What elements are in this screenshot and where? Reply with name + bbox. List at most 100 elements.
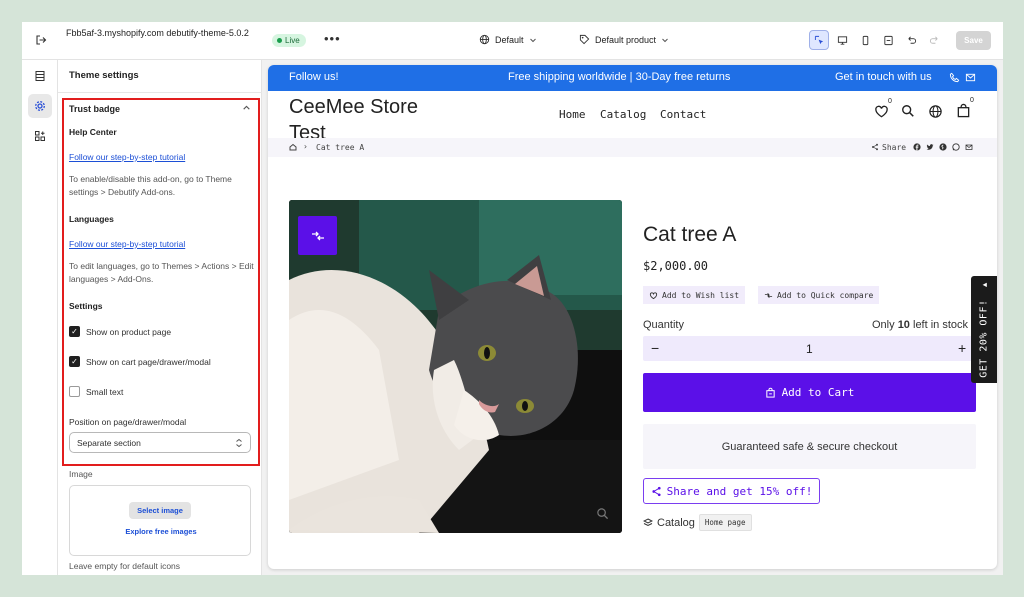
compare-label: Add to Quick compare xyxy=(777,290,874,300)
share-icon xyxy=(872,143,878,151)
checkbox-checked[interactable]: ✓ xyxy=(69,326,80,337)
stock-count: 10 xyxy=(897,319,910,331)
compare-arrows-icon xyxy=(311,231,324,240)
stock-indicator: Only 10 left in stock xyxy=(872,319,968,331)
globe-icon xyxy=(479,34,490,45)
discount-side-tab[interactable]: GET 20% OFF! ▲ xyxy=(971,276,997,383)
fullscreen-icon[interactable] xyxy=(878,30,898,50)
catalog-row: Catalog Home page xyxy=(643,514,752,531)
stock-prefix: Only xyxy=(872,319,895,331)
share-label[interactable]: Share xyxy=(882,143,906,152)
sections-icon[interactable] xyxy=(28,64,52,88)
minus-icon[interactable]: − xyxy=(651,340,659,356)
image-hint: Leave empty for default icons xyxy=(69,561,181,571)
layers-icon xyxy=(643,517,653,526)
checkbox-unchecked[interactable] xyxy=(69,386,80,397)
languages-heading: Languages xyxy=(69,214,114,224)
cat-photo xyxy=(289,200,622,533)
editor-window: Fbb5af-3.myshopify.com debutify-theme-5.… xyxy=(22,22,1003,575)
checkbox-label: Show on cart page/drawer/modal xyxy=(86,356,211,367)
plus-icon[interactable]: + xyxy=(958,340,966,356)
mail-icon[interactable] xyxy=(965,72,976,83)
bag-icon xyxy=(765,387,775,398)
breadcrumb-separator: › xyxy=(303,142,308,151)
share-offer-button[interactable]: Share and get 15% off! xyxy=(643,478,820,504)
product-title: Cat tree A xyxy=(643,223,737,246)
chevron-down-icon xyxy=(662,38,668,42)
template-select-value: Default xyxy=(495,34,524,45)
help-center-link[interactable]: Follow our step-by-step tutorial xyxy=(69,152,185,162)
product-select[interactable]: Default product xyxy=(579,34,669,45)
template-select[interactable]: Default xyxy=(479,34,537,45)
explore-images-link[interactable]: Explore free images xyxy=(70,527,252,536)
checkbox-label: Show on product page xyxy=(86,326,172,337)
add-to-cart-button[interactable]: Add to Cart xyxy=(643,373,976,412)
more-actions-icon[interactable]: ••• xyxy=(324,31,341,46)
secure-checkout-note: Guaranteed safe & secure checkout xyxy=(643,424,976,469)
inspector-toggle-icon[interactable] xyxy=(809,30,829,50)
checkbox-label: Small text xyxy=(86,386,124,397)
section-title[interactable]: Trust badge xyxy=(69,104,120,114)
view-controls xyxy=(809,30,944,50)
compare-icon xyxy=(764,292,773,298)
search-icon[interactable] xyxy=(901,104,915,118)
position-select[interactable]: Separate section xyxy=(69,432,251,453)
quantity-stepper: − 1 + xyxy=(643,336,976,361)
desktop-view-icon[interactable] xyxy=(832,30,852,50)
add-to-cart-label: Add to Cart xyxy=(781,386,855,399)
languages-link[interactable]: Follow our step-by-step tutorial xyxy=(69,239,185,249)
twitter-icon[interactable] xyxy=(926,143,934,151)
product-select-value: Default product xyxy=(595,34,657,45)
product-image[interactable] xyxy=(289,200,622,533)
nav-contact[interactable]: Contact xyxy=(660,108,706,121)
home-icon[interactable] xyxy=(289,143,297,151)
nav-home[interactable]: Home xyxy=(559,108,586,121)
checkbox-row-cart-page[interactable]: ✓ Show on cart page/drawer/modal xyxy=(69,356,211,367)
settings-heading: Settings xyxy=(69,301,103,311)
announcement-bar: Follow us! Free shipping worldwide | 30-… xyxy=(268,65,997,91)
live-badge: Live xyxy=(272,34,306,47)
position-label: Position on page/drawer/modal xyxy=(69,417,187,427)
discount-side-tab-text: GET 20% OFF! ▲ xyxy=(979,282,990,378)
shipping-message: Free shipping worldwide | 30-Day free re… xyxy=(508,71,731,83)
email-icon[interactable] xyxy=(965,143,973,151)
whatsapp-icon[interactable] xyxy=(952,143,960,151)
checkbox-row-product-page[interactable]: ✓ Show on product page xyxy=(69,326,171,337)
collection-tag[interactable]: Home page xyxy=(698,514,752,531)
select-image-button[interactable]: Select image xyxy=(129,502,191,519)
globe-icon[interactable] xyxy=(928,104,943,119)
heart-icon[interactable] xyxy=(874,104,889,119)
apps-icon[interactable] xyxy=(28,124,52,148)
theme-settings-icon[interactable] xyxy=(28,94,52,118)
undo-icon[interactable] xyxy=(901,30,921,50)
facebook-icon[interactable] xyxy=(913,143,921,151)
follow-us-text[interactable]: Follow us! xyxy=(289,71,339,83)
zoom-icon[interactable] xyxy=(596,507,609,520)
contact-text[interactable]: Get in touch with us xyxy=(835,71,932,83)
mobile-view-icon[interactable] xyxy=(855,30,875,50)
phone-icon[interactable] xyxy=(949,72,960,83)
checkbox-checked[interactable]: ✓ xyxy=(69,356,80,367)
quantity-value[interactable]: 1 xyxy=(806,342,813,356)
cart-count: 0 xyxy=(970,97,974,104)
checkbox-row-small-text[interactable]: Small text xyxy=(69,386,123,397)
add-to-compare-button[interactable]: Add to Quick compare xyxy=(758,286,880,304)
add-to-wishlist-button[interactable]: Add to Wish list xyxy=(643,286,746,304)
quantity-label: Quantity xyxy=(643,319,684,331)
divider xyxy=(58,92,262,93)
save-button[interactable]: Save xyxy=(956,31,991,50)
cart-bag-icon[interactable] xyxy=(956,103,971,118)
pinterest-icon[interactable] xyxy=(939,143,947,151)
editor-rail xyxy=(22,60,58,575)
chevron-up-icon[interactable] xyxy=(242,103,251,114)
editor-topbar: Fbb5af-3.myshopify.com debutify-theme-5.… xyxy=(22,22,1003,60)
product-price: $2,000.00 xyxy=(643,259,709,273)
redo-icon[interactable] xyxy=(924,30,944,50)
help-center-note: To enable/disable this add-on, go to The… xyxy=(69,174,232,197)
compare-image-button[interactable] xyxy=(298,216,337,255)
nav-catalog[interactable]: Catalog xyxy=(600,108,646,121)
tag-icon xyxy=(579,34,590,45)
languages-note: To edit languages, go to Themes > Action… xyxy=(69,261,254,284)
stock-suffix: left in stock xyxy=(913,319,969,331)
exit-icon[interactable] xyxy=(33,32,49,48)
